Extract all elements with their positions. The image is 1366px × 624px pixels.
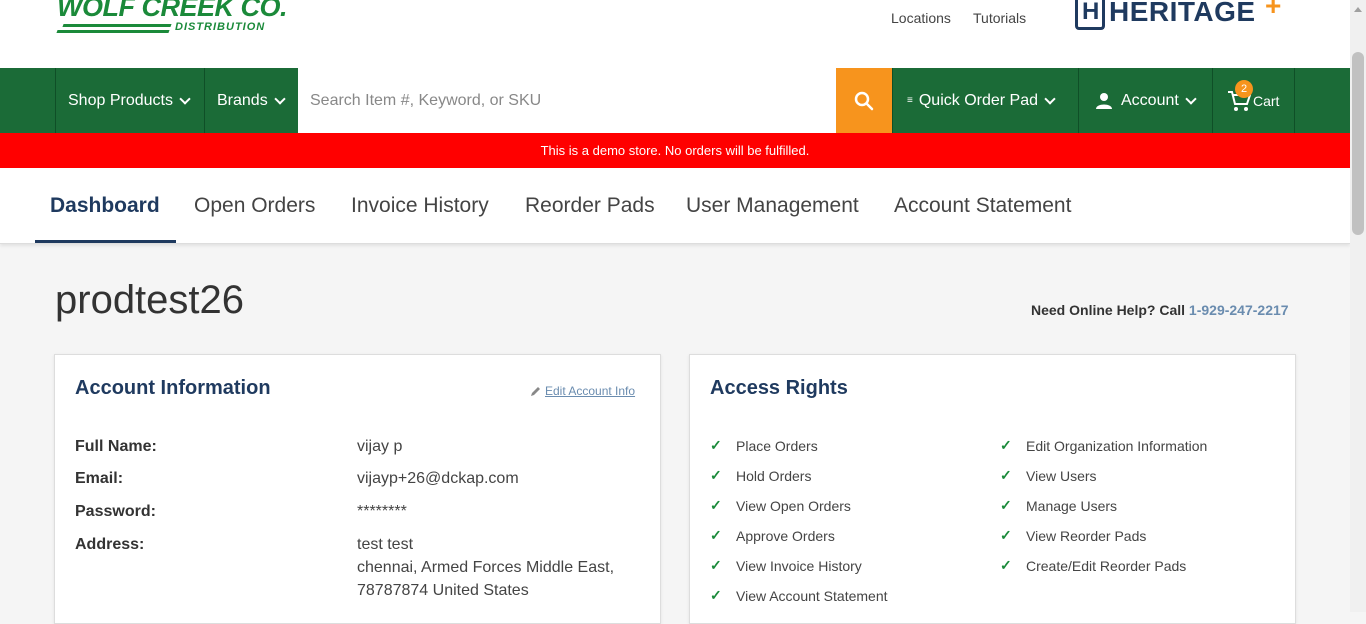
heritage-mark: H bbox=[1075, 0, 1105, 30]
brands-menu[interactable]: Brands bbox=[204, 68, 298, 133]
brands-label: Brands bbox=[217, 91, 268, 109]
online-help: Need Online Help? Call 1-929-247-2217 bbox=[1031, 302, 1289, 318]
checkmark-icon: ✓ bbox=[710, 437, 722, 453]
user-icon bbox=[1096, 92, 1112, 109]
search-button[interactable] bbox=[836, 68, 892, 133]
cart-button[interactable]: Cart bbox=[1212, 68, 1295, 133]
plus-icon: + bbox=[1265, 0, 1282, 21]
header-top: WOLF CREEK CO. DISTRIBUTION Locations Tu… bbox=[0, 0, 1350, 68]
access-right-item: ✓ View Account Statement bbox=[710, 587, 888, 604]
checkmark-icon: ✓ bbox=[710, 527, 722, 543]
list-icon: ≡ bbox=[907, 94, 913, 106]
account-label: Account bbox=[1121, 91, 1179, 109]
chevron-down-icon bbox=[1044, 92, 1056, 105]
checkmark-icon: ✓ bbox=[710, 587, 722, 603]
access-right-item: ✓ Manage Users bbox=[1000, 497, 1118, 514]
banner-text: This is a demo store. No orders will be … bbox=[540, 143, 810, 158]
cart-label: Cart bbox=[1253, 92, 1280, 109]
pencil-icon bbox=[531, 386, 540, 396]
address-label: Address: bbox=[75, 536, 145, 553]
active-tab-indicator bbox=[35, 240, 176, 243]
tab-open-orders[interactable]: Open Orders bbox=[194, 168, 315, 243]
edit-account-info-link[interactable]: Edit Account Info bbox=[530, 384, 635, 398]
account-info-title: Account Information bbox=[75, 377, 271, 399]
access-right-item: ✓ View Open Orders bbox=[710, 497, 851, 514]
account-menu[interactable]: Account bbox=[1078, 68, 1213, 133]
checkmark-icon: ✓ bbox=[710, 557, 722, 573]
scrollbar-thumb[interactable] bbox=[1352, 52, 1364, 235]
help-phone-link[interactable]: 1-929-247-2217 bbox=[1189, 302, 1289, 318]
access-right-item: ✓ Place Orders bbox=[710, 437, 818, 454]
access-right-item: ✓ Hold Orders bbox=[710, 467, 812, 484]
chevron-down-icon bbox=[274, 92, 286, 105]
access-rights-card: Access Rights ✓ Place Orders ✓ Hold Orders… bbox=[689, 354, 1296, 624]
quick-order-pad-menu[interactable]: ≡ Quick Order Pad bbox=[892, 68, 1079, 133]
email-label: Email: bbox=[75, 470, 124, 487]
password-value: ******** bbox=[357, 503, 407, 520]
logo-text: WOLF CREEK CO. bbox=[57, 0, 288, 22]
access-right-item: ✓ Create/Edit Reorder Pads bbox=[1000, 557, 1187, 574]
checkmark-icon: ✓ bbox=[710, 497, 722, 513]
dashboard-tabs: Dashboard Open Orders Invoice History Re… bbox=[0, 168, 1350, 244]
locations-link[interactable]: Locations bbox=[891, 10, 951, 26]
account-information-card: Account Information Edit Account Info Fu… bbox=[54, 354, 661, 624]
edit-account-info-label: Edit Account Info bbox=[545, 384, 636, 398]
access-rights-title: Access Rights bbox=[710, 377, 848, 399]
search-input[interactable] bbox=[308, 90, 812, 111]
access-right-item: ✓ View Invoice History bbox=[710, 557, 862, 574]
access-right-item: ✓ Approve Orders bbox=[710, 527, 835, 544]
demo-store-banner: This is a demo store. No orders will be … bbox=[0, 133, 1350, 168]
checkmark-icon: ✓ bbox=[1000, 557, 1012, 573]
address-line-3: 78787874 United States bbox=[357, 582, 529, 599]
checkmark-icon: ✓ bbox=[1000, 527, 1012, 543]
password-label: Password: bbox=[75, 503, 156, 520]
email-value: vijayp+26@dckap.com bbox=[357, 470, 519, 487]
page-title: prodtest26 bbox=[55, 278, 245, 322]
access-right-item: ✓ View Users bbox=[1000, 467, 1097, 484]
cart-count-badge: 2 bbox=[1235, 80, 1253, 98]
chevron-down-icon bbox=[179, 92, 191, 105]
logo-stripe bbox=[62, 24, 172, 27]
help-text: Need Online Help? Call bbox=[1031, 302, 1186, 318]
quick-order-label: Quick Order Pad bbox=[918, 91, 1038, 109]
tutorials-link[interactable]: Tutorials bbox=[973, 10, 1026, 26]
heritage-text: HERITAGE bbox=[1109, 0, 1256, 27]
address-line-1: test test bbox=[357, 536, 414, 553]
search-icon bbox=[854, 91, 874, 110]
shop-products-menu[interactable]: Shop Products bbox=[55, 68, 205, 133]
wolf-creek-logo[interactable]: WOLF CREEK CO. DISTRIBUTION bbox=[55, 0, 300, 40]
address-line-2: chennai, Armed Forces Middle East, bbox=[357, 559, 615, 576]
checkmark-icon: ✓ bbox=[1000, 467, 1012, 483]
tab-user-management[interactable]: User Management bbox=[686, 168, 859, 243]
chevron-down-icon bbox=[1185, 92, 1197, 105]
tab-invoice-history[interactable]: Invoice History bbox=[351, 168, 489, 243]
tab-reorder-pads[interactable]: Reorder Pads bbox=[525, 168, 655, 243]
scroll-up-arrow-icon[interactable] bbox=[1352, 4, 1364, 14]
logo-subtext: DISTRIBUTION bbox=[175, 21, 266, 33]
full-name-value: vijay p bbox=[357, 438, 403, 455]
access-right-item: ✓ View Reorder Pads bbox=[1000, 527, 1147, 544]
checkmark-icon: ✓ bbox=[1000, 437, 1012, 453]
logo-stripe bbox=[56, 30, 170, 33]
shop-products-label: Shop Products bbox=[68, 91, 173, 109]
checkmark-icon: ✓ bbox=[710, 467, 722, 483]
tab-dashboard[interactable]: Dashboard bbox=[50, 168, 160, 243]
access-right-item: ✓ Edit Organization Information bbox=[1000, 437, 1208, 454]
search-bar bbox=[298, 68, 836, 133]
tab-account-statement[interactable]: Account Statement bbox=[894, 168, 1071, 243]
checkmark-icon: ✓ bbox=[1000, 497, 1012, 513]
heritage-logo[interactable]: H HERITAGE + bbox=[1075, 0, 1295, 34]
full-name-label: Full Name: bbox=[75, 438, 157, 455]
